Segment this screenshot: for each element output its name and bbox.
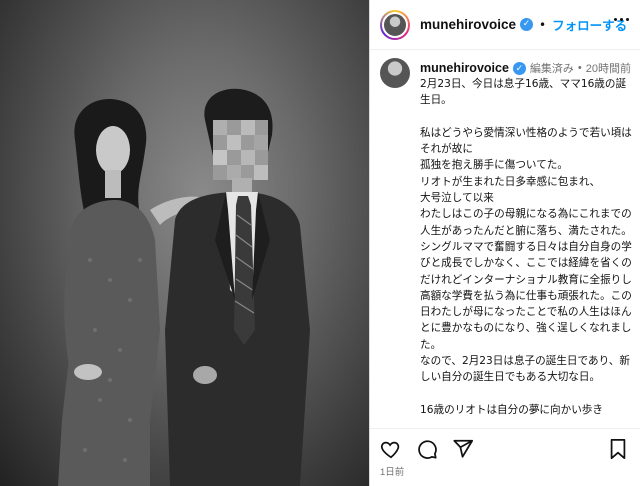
edited-label: 編集済み bbox=[529, 63, 574, 75]
caption-paragraph: 私はどうやら愛情深い性格のようで若い頃はそれが故に bbox=[420, 126, 632, 156]
action-bar bbox=[370, 428, 640, 468]
share-icon[interactable] bbox=[452, 438, 474, 460]
caption-verified-badge-icon: ✓ bbox=[512, 61, 526, 75]
avatar[interactable] bbox=[380, 9, 410, 40]
caption-paragraph: 大号泣して以来 bbox=[420, 192, 494, 205]
caption-paragraph: シングルママで奮闘する日々は自分自身の学びと成長でしかなく、ここでは経緯を省くの… bbox=[420, 240, 632, 351]
caption-paragraph: わたしはこの子の母親になる為にこれまでの人生があったんだと腑に落ち、満たされた。 bbox=[420, 208, 632, 237]
header-separator: • bbox=[539, 17, 547, 32]
header-username[interactable]: munehirovoice bbox=[420, 17, 516, 32]
caption-username[interactable]: munehirovoice bbox=[420, 61, 509, 75]
caption-paragraph: 2月23日、今日は息子16歳、ママ16歳の誕生日。 bbox=[420, 78, 627, 107]
post-side-panel: munehirovoice ✓ • フォローする munehirovoice ✓… bbox=[369, 0, 640, 486]
caption-paragraph: 16歳のリオトは自分の夢に向かい歩き bbox=[420, 403, 603, 416]
verified-badge-icon: ✓ bbox=[520, 18, 534, 31]
post-header: munehirovoice ✓ • フォローする bbox=[370, 0, 640, 50]
caption-header: munehirovoice ✓ 編集済み • 20時間前 bbox=[420, 60, 633, 76]
caption-body: munehirovoice ✓ 編集済み • 20時間前 2月23日、今日は息子… bbox=[420, 60, 633, 418]
caption-comment: munehirovoice ✓ 編集済み • 20時間前 2月23日、今日は息子… bbox=[380, 58, 635, 426]
caption-avatar[interactable] bbox=[380, 58, 410, 88]
caption-separator: • bbox=[577, 62, 582, 74]
comment-icon[interactable] bbox=[416, 438, 438, 460]
more-options-icon[interactable] bbox=[614, 18, 629, 21]
caption-paragraph: なので、2月23日は息子の誕生日であり、新しい自分の誕生日でもある大切な日。 bbox=[420, 355, 630, 384]
caption-time[interactable]: 20時間前 bbox=[586, 60, 631, 76]
caption-paragraph: 孤独を抱え勝手に傷ついてた。 bbox=[420, 159, 568, 172]
post-timestamp[interactable]: 1日前 bbox=[380, 464, 404, 478]
avatar-image bbox=[382, 11, 408, 38]
bookmark-icon[interactable] bbox=[607, 438, 629, 460]
post-photo[interactable] bbox=[0, 0, 369, 486]
caption-text: 2月23日、今日は息子16歳、ママ16歳の誕生日。 私はどうやら愛情深い性格のよ… bbox=[420, 76, 633, 418]
photo-illustration bbox=[58, 88, 310, 486]
caption-paragraph: リオトが生まれた日多幸感に包まれ、 bbox=[420, 175, 601, 188]
heart-icon[interactable] bbox=[380, 438, 402, 460]
